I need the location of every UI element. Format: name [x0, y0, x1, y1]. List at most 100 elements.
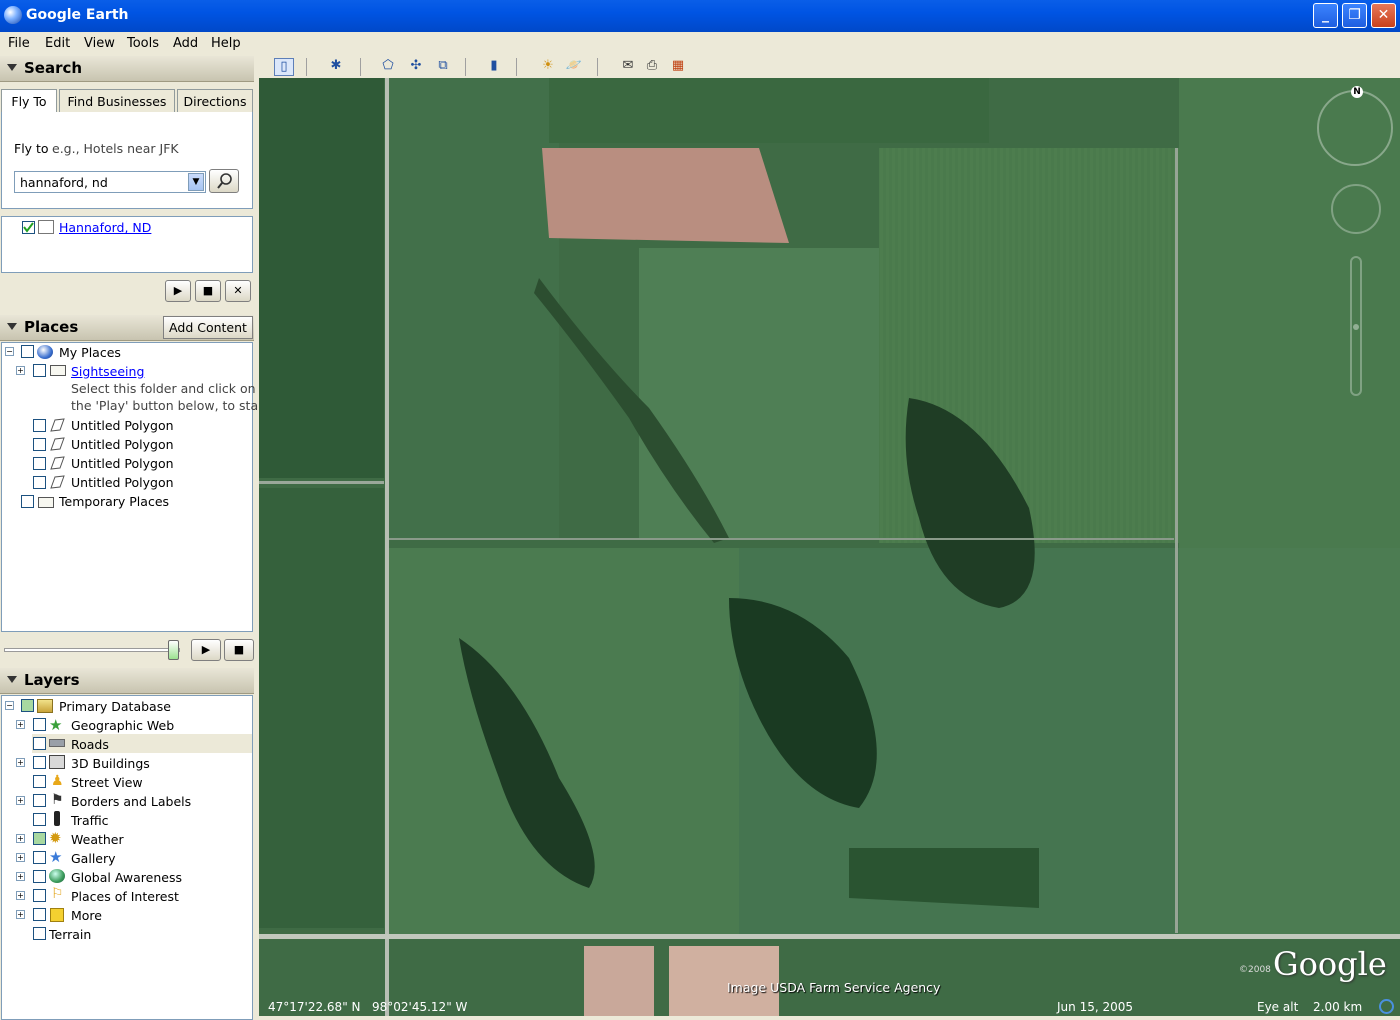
look-joystick[interactable]: N	[1317, 86, 1393, 166]
my-places-checkbox[interactable]	[21, 345, 34, 358]
menu-view[interactable]: View	[84, 36, 115, 51]
search-input[interactable]: hannaford, nd	[20, 175, 108, 190]
move-joystick[interactable]	[1331, 184, 1381, 234]
toolbar-separator	[465, 58, 466, 76]
zoom-slider-handle[interactable]	[1353, 324, 1359, 330]
expand-toggle-icon[interactable]: +	[16, 758, 25, 767]
expand-toggle-icon[interactable]: +	[16, 872, 25, 881]
layer-checkbox[interactable]	[33, 908, 46, 921]
add-path-button[interactable]: ✣	[406, 58, 426, 76]
expand-toggle-icon[interactable]: +	[16, 853, 25, 862]
switch-to-sky-button[interactable]: 🪐	[564, 58, 584, 76]
collapse-toggle-icon[interactable]: −	[5, 347, 14, 356]
toggle-sidebar-button[interactable]: ▯	[274, 58, 294, 76]
view-in-maps-button[interactable]: ▦	[668, 58, 688, 76]
expand-toggle-icon[interactable]: +	[16, 834, 25, 843]
check-icon	[23, 222, 34, 233]
polygon-checkbox[interactable]	[33, 476, 46, 489]
expand-toggle-icon[interactable]: +	[16, 366, 25, 375]
zoom-slider[interactable]	[1350, 256, 1362, 396]
expand-toggle-icon[interactable]: +	[16, 910, 25, 919]
menu-edit[interactable]: Edit	[45, 36, 70, 51]
search-button[interactable]	[209, 169, 239, 193]
clear-results-button[interactable]: ✕	[225, 280, 251, 302]
places-panel-header[interactable]: Places Add Content	[0, 315, 254, 341]
layer-global-awareness[interactable]: Global Awareness	[71, 870, 182, 888]
menu-file[interactable]: File	[8, 36, 30, 51]
polygon-checkbox[interactable]	[33, 438, 46, 451]
slider-handle[interactable]	[168, 640, 179, 660]
temporary-places-label[interactable]: Temporary Places	[59, 494, 169, 512]
menu-help[interactable]: Help	[211, 36, 241, 51]
play-tour-button[interactable]: ▶	[165, 280, 191, 302]
maximize-button[interactable]: ❐	[1342, 3, 1367, 28]
tour-speed-slider[interactable]	[4, 640, 180, 660]
minimize-button[interactable]: _	[1313, 3, 1338, 28]
layer-traffic[interactable]: Traffic	[71, 813, 109, 831]
layer-terrain[interactable]: Terrain	[49, 927, 91, 945]
collapse-toggle-icon[interactable]: −	[5, 701, 14, 710]
polygon-item-label[interactable]: Untitled Polygon	[71, 456, 174, 474]
close-button[interactable]: ✕	[1371, 3, 1396, 28]
polygon-item-label[interactable]: Untitled Polygon	[71, 437, 174, 455]
chevron-down-icon[interactable]: ▼	[188, 173, 204, 191]
layers-panel-header[interactable]: Layers	[0, 668, 254, 694]
polygon-item-label[interactable]: Untitled Polygon	[71, 418, 174, 436]
add-content-button[interactable]: Add Content	[163, 316, 253, 339]
layer-checkbox[interactable]	[33, 889, 46, 902]
sightseeing-checkbox[interactable]	[33, 364, 46, 377]
layer-checkbox[interactable]	[33, 832, 46, 845]
tab-find-businesses[interactable]: Find Businesses	[59, 89, 175, 113]
layer-3d-buildings[interactable]: 3D Buildings	[71, 756, 150, 774]
layer-checkbox[interactable]	[33, 737, 46, 750]
add-placemark-button[interactable]: ✱	[326, 58, 346, 76]
layer-checkbox[interactable]	[33, 756, 46, 769]
add-polygon-button[interactable]: ⬠	[378, 58, 398, 76]
polygon-checkbox[interactable]	[33, 419, 46, 432]
stop-tour-button[interactable]: ■	[195, 280, 221, 302]
my-places-label[interactable]: My Places	[59, 345, 121, 363]
result-hannaford-link[interactable]: Hannaford, ND	[59, 220, 151, 235]
menu-add[interactable]: Add	[173, 36, 198, 51]
primary-database-checkbox[interactable]	[21, 699, 34, 712]
layer-checkbox[interactable]	[33, 870, 46, 883]
ruler-button[interactable]: ▮	[484, 58, 504, 76]
polygon-item-label[interactable]: Untitled Polygon	[71, 475, 174, 493]
print-button[interactable]: ⎙	[642, 58, 662, 76]
menu-tools[interactable]: Tools	[127, 36, 159, 51]
layer-more[interactable]: More	[71, 908, 102, 926]
expand-toggle-icon[interactable]: +	[16, 720, 25, 729]
terrain-checkbox[interactable]	[33, 927, 46, 940]
layer-checkbox[interactable]	[33, 851, 46, 864]
layer-checkbox[interactable]	[33, 718, 46, 731]
layer-places-of-interest[interactable]: Places of Interest	[71, 889, 179, 907]
layer-gallery[interactable]: Gallery	[71, 851, 116, 869]
tab-fly-to[interactable]: Fly To	[1, 89, 57, 113]
play-places-tour-button[interactable]: ▶	[191, 639, 221, 661]
expand-toggle-icon[interactable]: +	[16, 796, 25, 805]
eye-altitude-value: 2.00 km	[1313, 1000, 1363, 1014]
fly-to-combobox[interactable]: hannaford, nd ▼	[14, 171, 206, 193]
sunlight-button[interactable]: ☀	[538, 58, 558, 76]
layer-borders-and-labels[interactable]: Borders and Labels	[71, 794, 191, 812]
layer-street-view[interactable]: Street View	[71, 775, 143, 793]
earth-3d-view[interactable]: N Image USDA Farm Service Agency ©2008 G…	[259, 78, 1400, 1016]
sun-icon: ☀	[542, 58, 554, 73]
sightseeing-link[interactable]: Sightseeing	[71, 364, 144, 382]
layer-checkbox[interactable]	[33, 813, 46, 826]
temporary-places-checkbox[interactable]	[21, 495, 34, 508]
add-overlay-button[interactable]: ⧉	[433, 58, 453, 76]
tab-directions[interactable]: Directions	[177, 89, 253, 113]
layer-weather[interactable]: Weather	[71, 832, 124, 850]
email-button[interactable]: ✉	[618, 58, 638, 76]
layer-checkbox[interactable]	[33, 794, 46, 807]
expand-toggle-icon[interactable]: +	[16, 891, 25, 900]
result-checkbox[interactable]	[22, 221, 35, 234]
search-panel-header[interactable]: Search	[0, 56, 254, 82]
stop-places-tour-button[interactable]: ■	[224, 639, 254, 661]
layer-roads[interactable]: Roads	[71, 737, 109, 755]
polygon-checkbox[interactable]	[33, 457, 46, 470]
primary-database-label[interactable]: Primary Database	[59, 699, 171, 717]
layer-checkbox[interactable]	[33, 775, 46, 788]
google-earth-logo-icon	[4, 6, 22, 24]
